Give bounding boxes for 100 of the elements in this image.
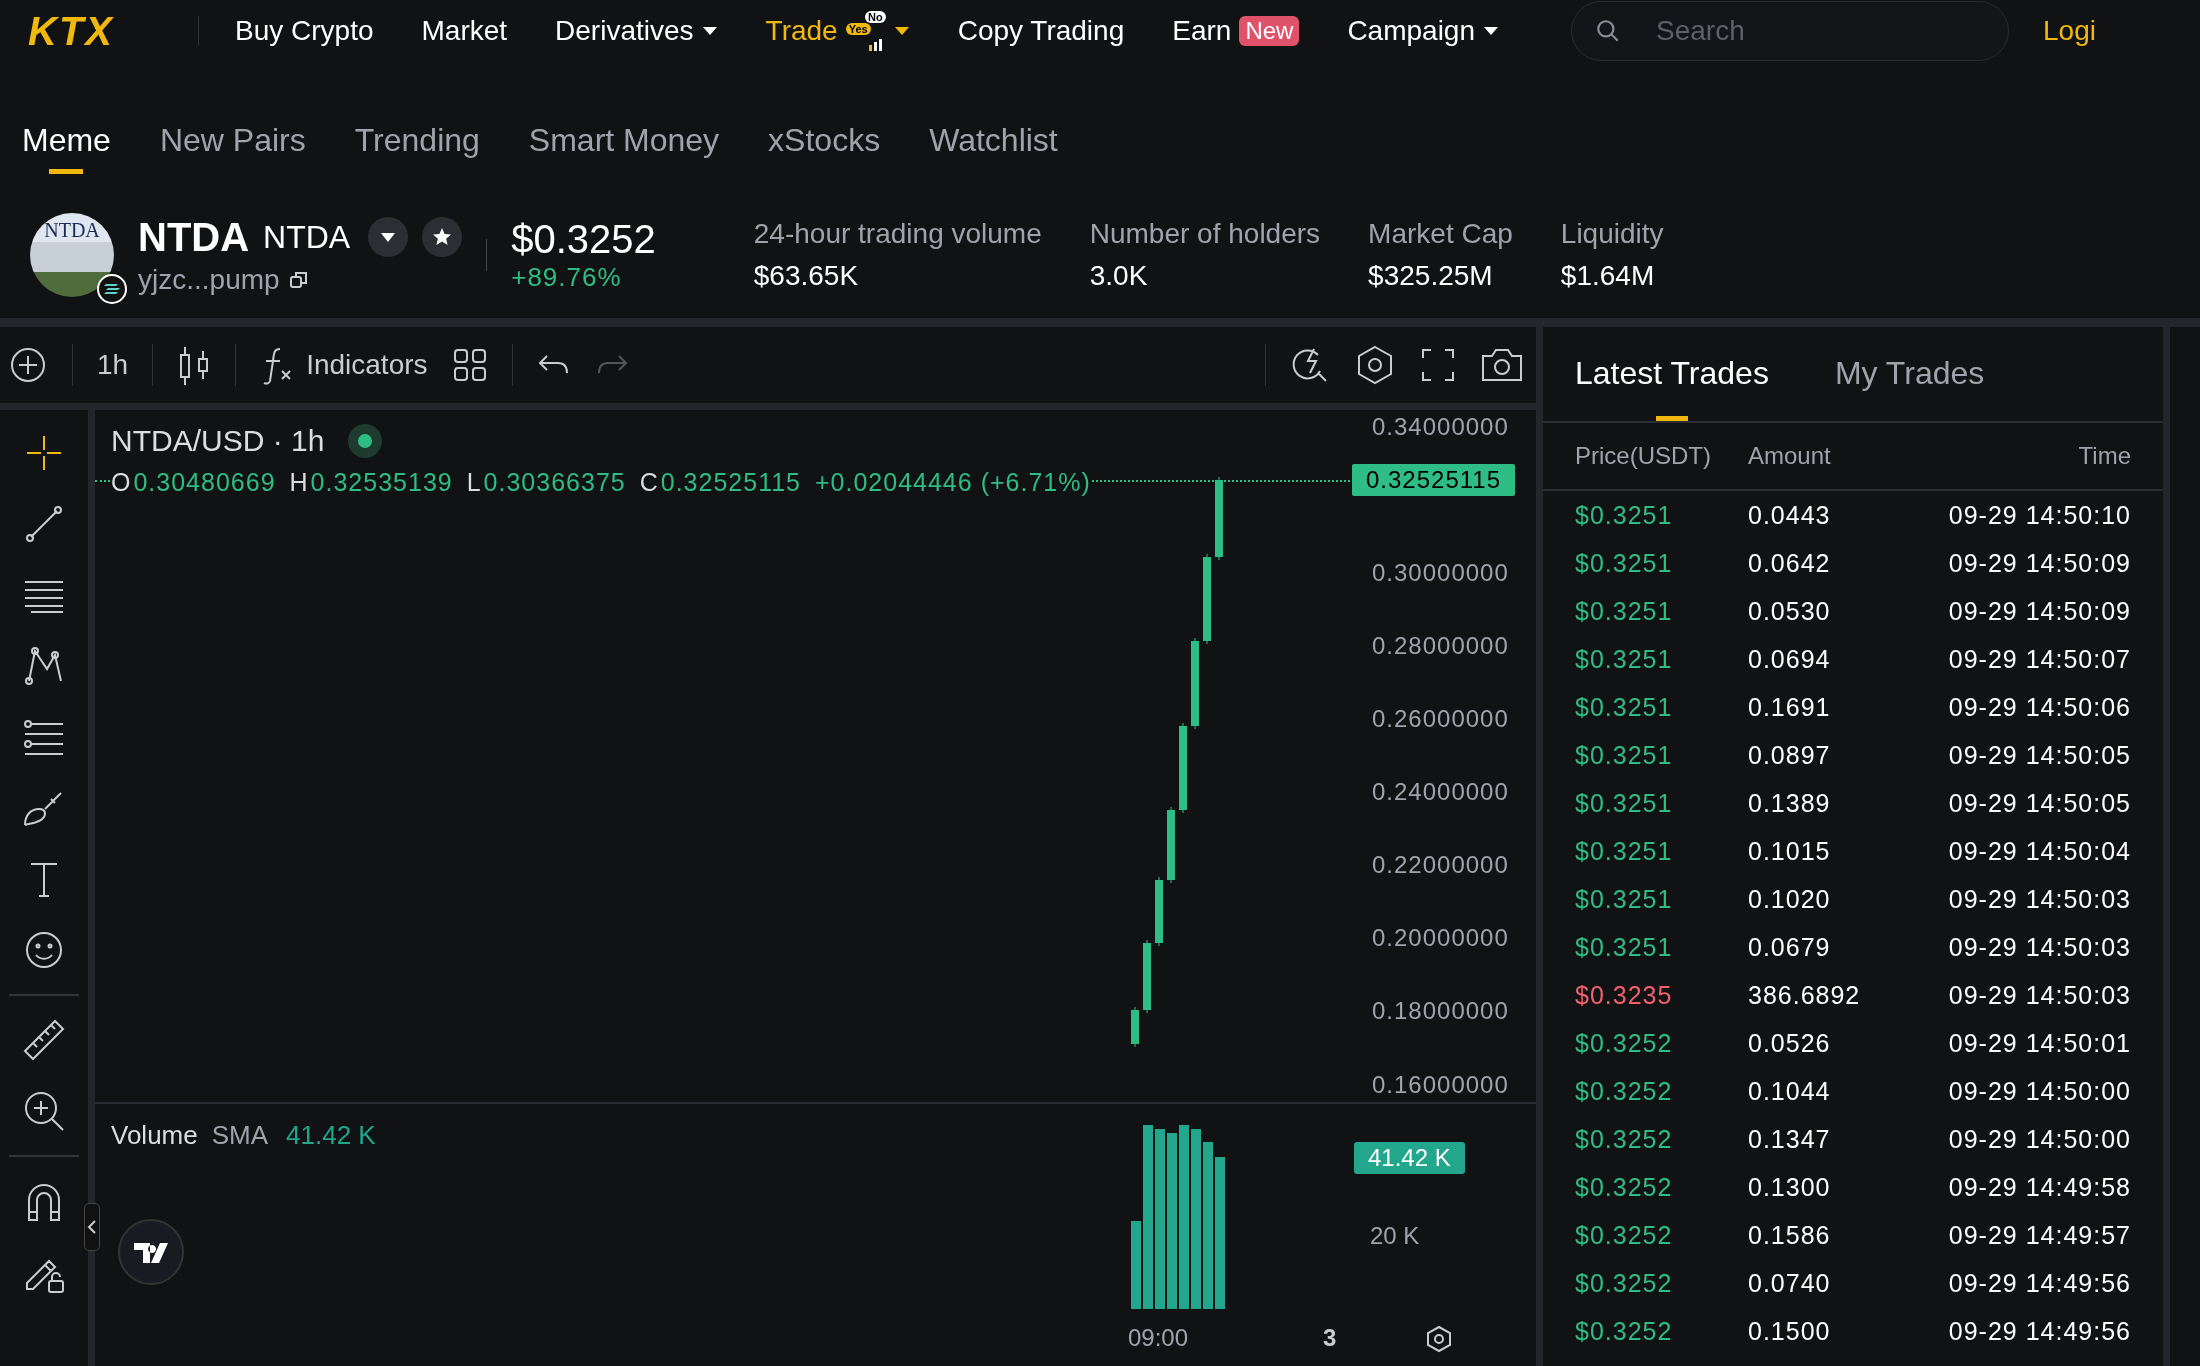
login-link[interactable]: Logi bbox=[2043, 15, 2096, 47]
nav-link[interactable]: Buy Crypto bbox=[235, 15, 374, 47]
stat-label: Liquidity bbox=[1560, 218, 1664, 250]
ohlc-value: C0.32525115 bbox=[639, 468, 801, 497]
last-price-label: 0.32525115 bbox=[1352, 464, 1515, 496]
ruler-icon[interactable] bbox=[21, 1017, 67, 1063]
trade-amount: 0.0679 bbox=[1748, 932, 1831, 962]
trade-price: $0.3235 bbox=[1575, 980, 1673, 1010]
ohlc-value: L0.30366375 bbox=[466, 468, 626, 497]
add-icon[interactable] bbox=[8, 345, 48, 385]
indicators-button[interactable]: Indicators bbox=[260, 345, 428, 385]
category-tab[interactable]: Trending bbox=[354, 122, 480, 174]
trade-price: $0.3252 bbox=[1575, 1124, 1673, 1154]
trade-time: 09-29 14:49:56 bbox=[1948, 1268, 2131, 1298]
search-field[interactable]: Search bbox=[1571, 1, 2010, 61]
live-status-icon bbox=[348, 424, 383, 458]
settings-icon[interactable] bbox=[1424, 1324, 1454, 1354]
caret-icon bbox=[893, 26, 910, 36]
trade-price: $0.3251 bbox=[1575, 500, 1673, 530]
layout-grid-icon[interactable] bbox=[451, 347, 488, 383]
token-symbol: NTDA bbox=[263, 218, 351, 256]
stat-label: Market Cap bbox=[1368, 218, 1513, 250]
collapse-button[interactable] bbox=[84, 1203, 100, 1251]
stat-label: Number of holders bbox=[1089, 218, 1321, 250]
trade-amount: 0.1500 bbox=[1748, 1316, 1831, 1346]
trade-price: $0.3252 bbox=[1575, 1028, 1673, 1058]
caret-icon bbox=[1483, 26, 1500, 36]
camera-icon[interactable] bbox=[1480, 347, 1524, 383]
volume-label: Volume bbox=[111, 1120, 198, 1151]
category-tab[interactable]: New Pairs bbox=[159, 122, 306, 174]
candlestick bbox=[1131, 1007, 1139, 1047]
stat-value: 3.0K bbox=[1089, 260, 1149, 292]
nav-link[interactable]: Market bbox=[421, 15, 508, 47]
price-axis-label: 0.22000000 bbox=[1372, 851, 1509, 879]
trade-time: 09-29 14:50:10 bbox=[1948, 500, 2131, 530]
nav-link[interactable]: Campaign bbox=[1347, 15, 1500, 47]
trade-price: $0.3251 bbox=[1575, 932, 1673, 962]
category-tab[interactable]: xStocks bbox=[768, 122, 881, 174]
volume-badge: 41.42 K bbox=[1354, 1142, 1465, 1174]
token-address: yjzc...pump bbox=[138, 263, 280, 296]
trade-amount: 0.0740 bbox=[1748, 1268, 1831, 1298]
fullscreen-icon[interactable] bbox=[1420, 347, 1456, 383]
dropdown-icon[interactable] bbox=[368, 217, 409, 257]
tradingview-logo[interactable] bbox=[118, 1219, 184, 1285]
interval-button[interactable]: 1h bbox=[97, 349, 129, 381]
trade-price: $0.3251 bbox=[1575, 836, 1673, 866]
nav-link[interactable]: Earn New bbox=[1172, 15, 1300, 47]
logo[interactable]: KTX bbox=[28, 8, 144, 54]
column-header: Price(USDT) bbox=[1575, 442, 1711, 470]
price-axis-label: 0.34000000 bbox=[1372, 413, 1509, 441]
trade-price: $0.3252 bbox=[1575, 1316, 1673, 1346]
trade-amount: 0.1389 bbox=[1748, 788, 1831, 818]
trade-amount: 0.0530 bbox=[1748, 596, 1831, 626]
trade-price: $0.3252 bbox=[1575, 1220, 1673, 1250]
caret-icon bbox=[701, 26, 718, 36]
trade-amount: 0.0642 bbox=[1748, 548, 1831, 578]
trade-amount: 386.6892 bbox=[1748, 980, 1861, 1010]
trade-amount: 0.1586 bbox=[1748, 1220, 1831, 1250]
trade-time: 09-29 14:50:05 bbox=[1948, 788, 2131, 818]
token-price: $0.3252 bbox=[511, 217, 656, 262]
trade-time: 09-29 14:49:58 bbox=[1948, 1172, 2131, 1202]
trade-amount: 0.1300 bbox=[1748, 1172, 1831, 1202]
trade-time: 09-29 14:49:56 bbox=[1948, 1316, 2131, 1346]
price-axis-label: 0.30000000 bbox=[1372, 559, 1509, 587]
trade-amount: 0.1015 bbox=[1748, 836, 1831, 866]
nav-link[interactable]: Derivatives bbox=[555, 15, 718, 47]
trade-time: 09-29 14:50:03 bbox=[1948, 932, 2131, 962]
trade-time: 09-29 14:50:03 bbox=[1948, 884, 2131, 914]
trades-tab[interactable]: My Trades bbox=[1834, 355, 1985, 421]
token-avatar: NTDA bbox=[30, 213, 114, 297]
trade-time: 09-29 14:50:04 bbox=[1948, 836, 2131, 866]
nav-link[interactable]: Copy Trading bbox=[957, 15, 1125, 47]
trade-price: $0.3251 bbox=[1575, 596, 1673, 626]
trade-price: $0.3251 bbox=[1575, 548, 1673, 578]
trade-price: $0.3251 bbox=[1575, 644, 1673, 674]
volume-axis-label: 20 K bbox=[1370, 1222, 1420, 1250]
chain-icon bbox=[96, 273, 128, 305]
trade-time: 09-29 14:50:00 bbox=[1948, 1076, 2131, 1106]
price-change: +0.02044446 (+6.71%) bbox=[815, 468, 1091, 497]
trade-time: 09-29 14:50:09 bbox=[1948, 596, 2131, 626]
trade-amount: 0.0526 bbox=[1748, 1028, 1831, 1058]
trade-time: 09-29 14:50:03 bbox=[1948, 980, 2131, 1010]
trade-amount: 0.0897 bbox=[1748, 740, 1831, 770]
nav-link[interactable]: Trade No Yes bbox=[765, 11, 910, 51]
token-name: NTDA bbox=[138, 214, 250, 260]
trade-time: 09-29 14:50:05 bbox=[1948, 740, 2131, 770]
price-axis-label: 0.20000000 bbox=[1372, 924, 1509, 952]
time-axis-label: 09:00 bbox=[1128, 1324, 1189, 1352]
time-axis-label: 3 bbox=[1323, 1324, 1337, 1352]
category-tab[interactable]: Smart Money bbox=[528, 122, 720, 174]
trade-price: $0.3252 bbox=[1575, 1268, 1673, 1298]
stat-label: 24-hour trading volume bbox=[753, 218, 1042, 250]
trade-price: $0.3252 bbox=[1575, 1076, 1673, 1106]
volume-value: 41.42 K bbox=[286, 1120, 376, 1151]
trade-price: $0.3251 bbox=[1575, 740, 1673, 770]
trade-amount: 0.1691 bbox=[1748, 692, 1831, 722]
price-axis-label: 0.28000000 bbox=[1372, 632, 1509, 660]
ohlc-value: H0.32535139 bbox=[289, 468, 453, 497]
trade-amount: 0.1347 bbox=[1748, 1124, 1831, 1154]
category-tab[interactable]: Watchlist bbox=[929, 122, 1058, 174]
